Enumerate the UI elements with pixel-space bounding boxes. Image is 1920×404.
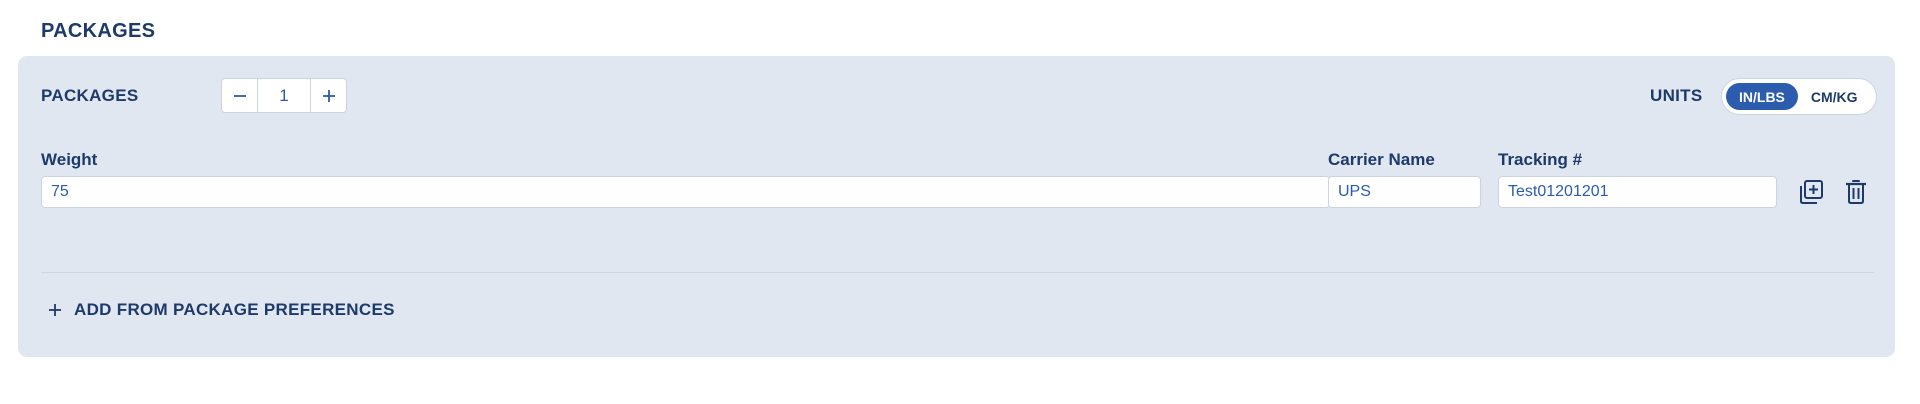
plus-icon (322, 89, 335, 102)
package-count-value[interactable]: 1 (258, 79, 310, 112)
packages-label: PACKAGES (41, 86, 139, 105)
carrier-name-input[interactable]: UPS (1328, 176, 1481, 208)
units-label: UNITS (1650, 86, 1703, 105)
weight-label: Weight (41, 150, 98, 169)
delete-package-button[interactable] (1842, 178, 1870, 206)
packages-card: PACKAGES 1 UNITS IN/LBS CM/KG Weight 75 … (18, 56, 1895, 357)
tracking-number-label: Tracking # (1498, 150, 1583, 169)
divider (41, 272, 1874, 273)
add-from-package-preferences-button[interactable]: ADD FROM PACKAGE PREFERENCES (48, 300, 395, 320)
duplicate-package-button[interactable] (1797, 178, 1825, 206)
trash-icon (1846, 180, 1866, 204)
tracking-number-input[interactable]: Test01201201 (1498, 176, 1777, 208)
copy-plus-icon (1800, 180, 1823, 204)
decrement-button[interactable] (222, 79, 258, 112)
units-option-in-lbs[interactable]: IN/LBS (1726, 83, 1798, 110)
package-count-stepper[interactable]: 1 (221, 78, 347, 113)
add-from-package-preferences-label: ADD FROM PACKAGE PREFERENCES (74, 300, 395, 319)
weight-input[interactable]: 75 (41, 176, 1330, 208)
units-toggle[interactable]: IN/LBS CM/KG (1721, 78, 1877, 115)
section-title: PACKAGES (41, 20, 156, 42)
carrier-name-label: Carrier Name (1328, 150, 1435, 169)
plus-icon (49, 304, 61, 316)
minus-icon (233, 94, 246, 97)
units-option-cm-kg[interactable]: CM/KG (1798, 83, 1871, 110)
increment-button[interactable] (310, 79, 346, 112)
